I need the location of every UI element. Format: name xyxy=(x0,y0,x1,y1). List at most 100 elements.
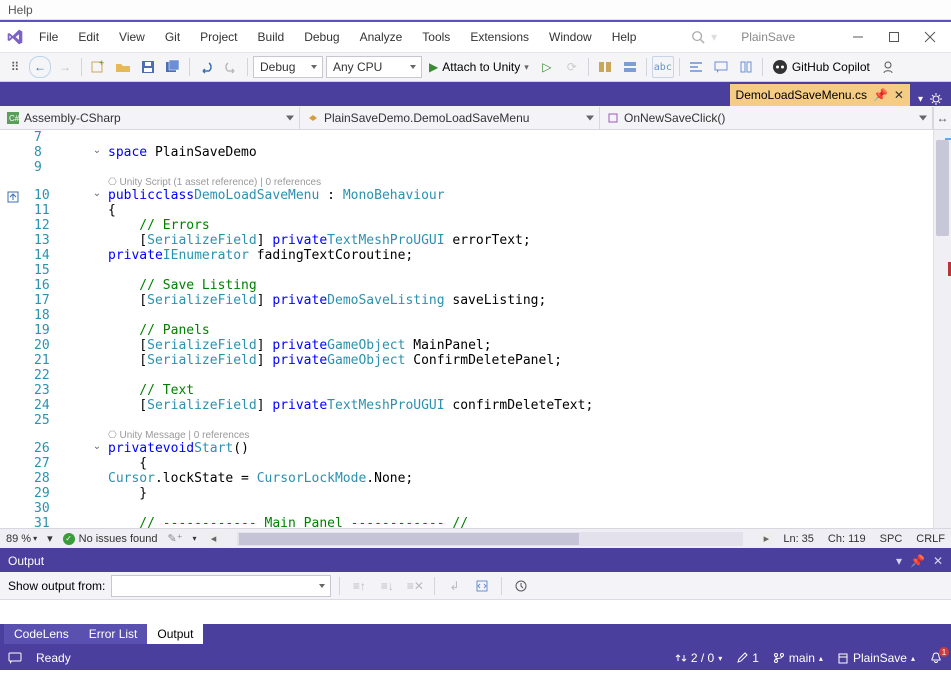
save-all-button[interactable] xyxy=(162,56,184,78)
hscroll-right[interactable]: ▸ xyxy=(759,532,773,546)
vertical-scrollbar[interactable] xyxy=(933,130,951,528)
solution-name: PlainSave xyxy=(741,30,795,44)
vs-window: File Edit View Git Project Build Debug A… xyxy=(0,20,951,684)
menu-tools[interactable]: Tools xyxy=(413,27,459,47)
tab-errorlist[interactable]: Error List xyxy=(79,624,148,644)
pencil-icon xyxy=(736,652,748,664)
goto-prev-icon[interactable]: ≡↑ xyxy=(348,575,370,597)
line-number-gutter: 789 10111213141516171819202122232425 262… xyxy=(34,130,92,528)
output-text-area[interactable] xyxy=(0,600,951,624)
close-button[interactable] xyxy=(913,25,947,49)
git-changes[interactable]: 2 / 0 ▾ xyxy=(675,651,722,665)
nav-class-combo[interactable]: PlainSaveDemo.DemoLoadSaveMenu xyxy=(300,107,600,129)
uncomment-icon[interactable] xyxy=(735,56,757,78)
menu-debug[interactable]: Debug xyxy=(295,27,348,47)
save-button[interactable] xyxy=(137,56,159,78)
menu-edit[interactable]: Edit xyxy=(69,27,108,47)
git-repo[interactable]: PlainSave ▴ xyxy=(837,651,915,665)
eol-indicator[interactable]: CRLF xyxy=(916,533,945,545)
open-button[interactable] xyxy=(112,56,134,78)
git-pending[interactable]: 1 xyxy=(736,651,759,665)
redo-button[interactable] xyxy=(220,56,242,78)
menu-file[interactable]: File xyxy=(30,27,67,47)
nav-back-button[interactable]: ← xyxy=(29,56,51,78)
window-controls xyxy=(841,25,947,49)
search-box[interactable]: ▾ xyxy=(691,30,717,44)
nav-project-combo[interactable]: C# Assembly-CSharp xyxy=(0,107,300,129)
close-panel-icon[interactable]: ✕ xyxy=(933,554,943,568)
menu-project[interactable]: Project xyxy=(191,27,246,47)
line-indicator: Ln: 35 xyxy=(783,533,814,545)
platform-combo[interactable]: Any CPU xyxy=(326,56,422,78)
new-item-button[interactable]: + xyxy=(87,56,109,78)
git-branch[interactable]: main ▴ xyxy=(773,651,823,665)
tab-output[interactable]: Output xyxy=(147,624,203,644)
wrap-icon[interactable]: ↲ xyxy=(443,575,465,597)
dropdown-icon[interactable]: ▾ xyxy=(896,554,902,568)
tab-codelens[interactable]: CodeLens xyxy=(4,624,79,644)
grip-icon[interactable]: ⠿ xyxy=(4,56,26,78)
timestamp-icon[interactable] xyxy=(510,575,532,597)
start-without-debug-button[interactable]: ▷ xyxy=(536,56,558,78)
editor-status-strip: 89 %▾ ▾ ✓ No issues found ✎⁺ ▾ ◂ ▸ Ln: 3… xyxy=(0,528,951,548)
svg-text:C#: C# xyxy=(9,114,19,123)
code-editor[interactable]: 789 10111213141516171819202122232425 262… xyxy=(0,130,951,528)
method-icon xyxy=(606,111,620,125)
start-debug-button[interactable]: ▶ Attach to Unity ▾ xyxy=(425,56,533,78)
toggle-2-icon[interactable] xyxy=(619,56,641,78)
menu-extensions[interactable]: Extensions xyxy=(461,27,538,47)
menu-git[interactable]: Git xyxy=(156,27,189,47)
feedback-icon[interactable] xyxy=(877,56,899,78)
menu-view[interactable]: View xyxy=(110,27,154,47)
close-tab-icon[interactable]: ✕ xyxy=(894,88,904,102)
nav-forward-button[interactable]: → xyxy=(54,56,76,78)
nav-member-combo[interactable]: OnNewSaveClick() xyxy=(600,107,933,129)
output-title-bar[interactable]: Output ▾ 📌 ✕ xyxy=(0,550,951,572)
main-menu: File Edit View Git Project Build Debug A… xyxy=(30,27,645,47)
notifications-button[interactable]: 1 xyxy=(929,651,943,665)
change-indicator-icon xyxy=(6,190,20,204)
code-area[interactable]: space PlainSaveDemo ⎔ Unity Script (1 as… xyxy=(108,130,933,528)
output-source-combo[interactable] xyxy=(111,575,331,597)
file-tab[interactable]: DemoLoadSaveMenu.cs 📌 ✕ xyxy=(730,84,910,106)
hot-reload-button[interactable]: ⟳ xyxy=(561,56,583,78)
fold-column[interactable]: ⌄ ⌄ ⌄ xyxy=(92,130,108,528)
split-editor-icon[interactable]: ↔ xyxy=(933,107,951,129)
goto-next-icon[interactable]: ≡↓ xyxy=(376,575,398,597)
tab-overflow-icon[interactable]: ▾ xyxy=(918,94,923,105)
config-combo[interactable]: Debug xyxy=(253,56,323,78)
space-indicator[interactable]: SPC xyxy=(880,533,903,545)
undo-button[interactable] xyxy=(195,56,217,78)
outer-help-menu[interactable]: Help xyxy=(0,0,951,20)
clear-icon[interactable]: ≡✕ xyxy=(404,575,426,597)
chat-icon[interactable] xyxy=(8,651,22,665)
ready-label: Ready xyxy=(36,651,71,665)
maximize-button[interactable] xyxy=(877,25,911,49)
no-issues-indicator[interactable]: ✓ No issues found xyxy=(63,533,158,545)
zoom-combo[interactable]: 89 %▾ xyxy=(6,533,37,545)
pin-icon[interactable]: 📌 xyxy=(873,88,888,102)
find-in-files-icon[interactable]: abc xyxy=(652,56,674,78)
menu-build[interactable]: Build xyxy=(249,27,294,47)
minimize-button[interactable] xyxy=(841,25,875,49)
branch-icon xyxy=(773,652,785,664)
search-icon xyxy=(691,30,705,44)
goto-code-icon[interactable] xyxy=(471,575,493,597)
horizontal-scrollbar[interactable] xyxy=(237,532,744,546)
main-toolbar: ⠿ ← → + Debug Any CPU ▶ Attach to Unity … xyxy=(0,52,951,82)
github-copilot-button[interactable]: GitHub Copilot xyxy=(768,59,874,75)
wand-icon[interactable]: ✎⁺ xyxy=(168,532,183,545)
hscroll-thumb[interactable] xyxy=(239,533,579,545)
toggle-1-icon[interactable] xyxy=(594,56,616,78)
menu-help[interactable]: Help xyxy=(603,27,646,47)
menu-window[interactable]: Window xyxy=(540,27,601,47)
indent-icon[interactable] xyxy=(685,56,707,78)
check-icon: ✓ xyxy=(63,533,75,545)
gear-icon[interactable] xyxy=(929,92,943,106)
pin-panel-icon[interactable]: 📌 xyxy=(910,554,925,568)
menu-analyze[interactable]: Analyze xyxy=(351,27,412,47)
hscroll-left[interactable]: ◂ xyxy=(207,532,221,546)
class-icon xyxy=(306,111,320,125)
comment-icon[interactable] xyxy=(710,56,732,78)
scroll-thumb[interactable] xyxy=(936,140,949,236)
